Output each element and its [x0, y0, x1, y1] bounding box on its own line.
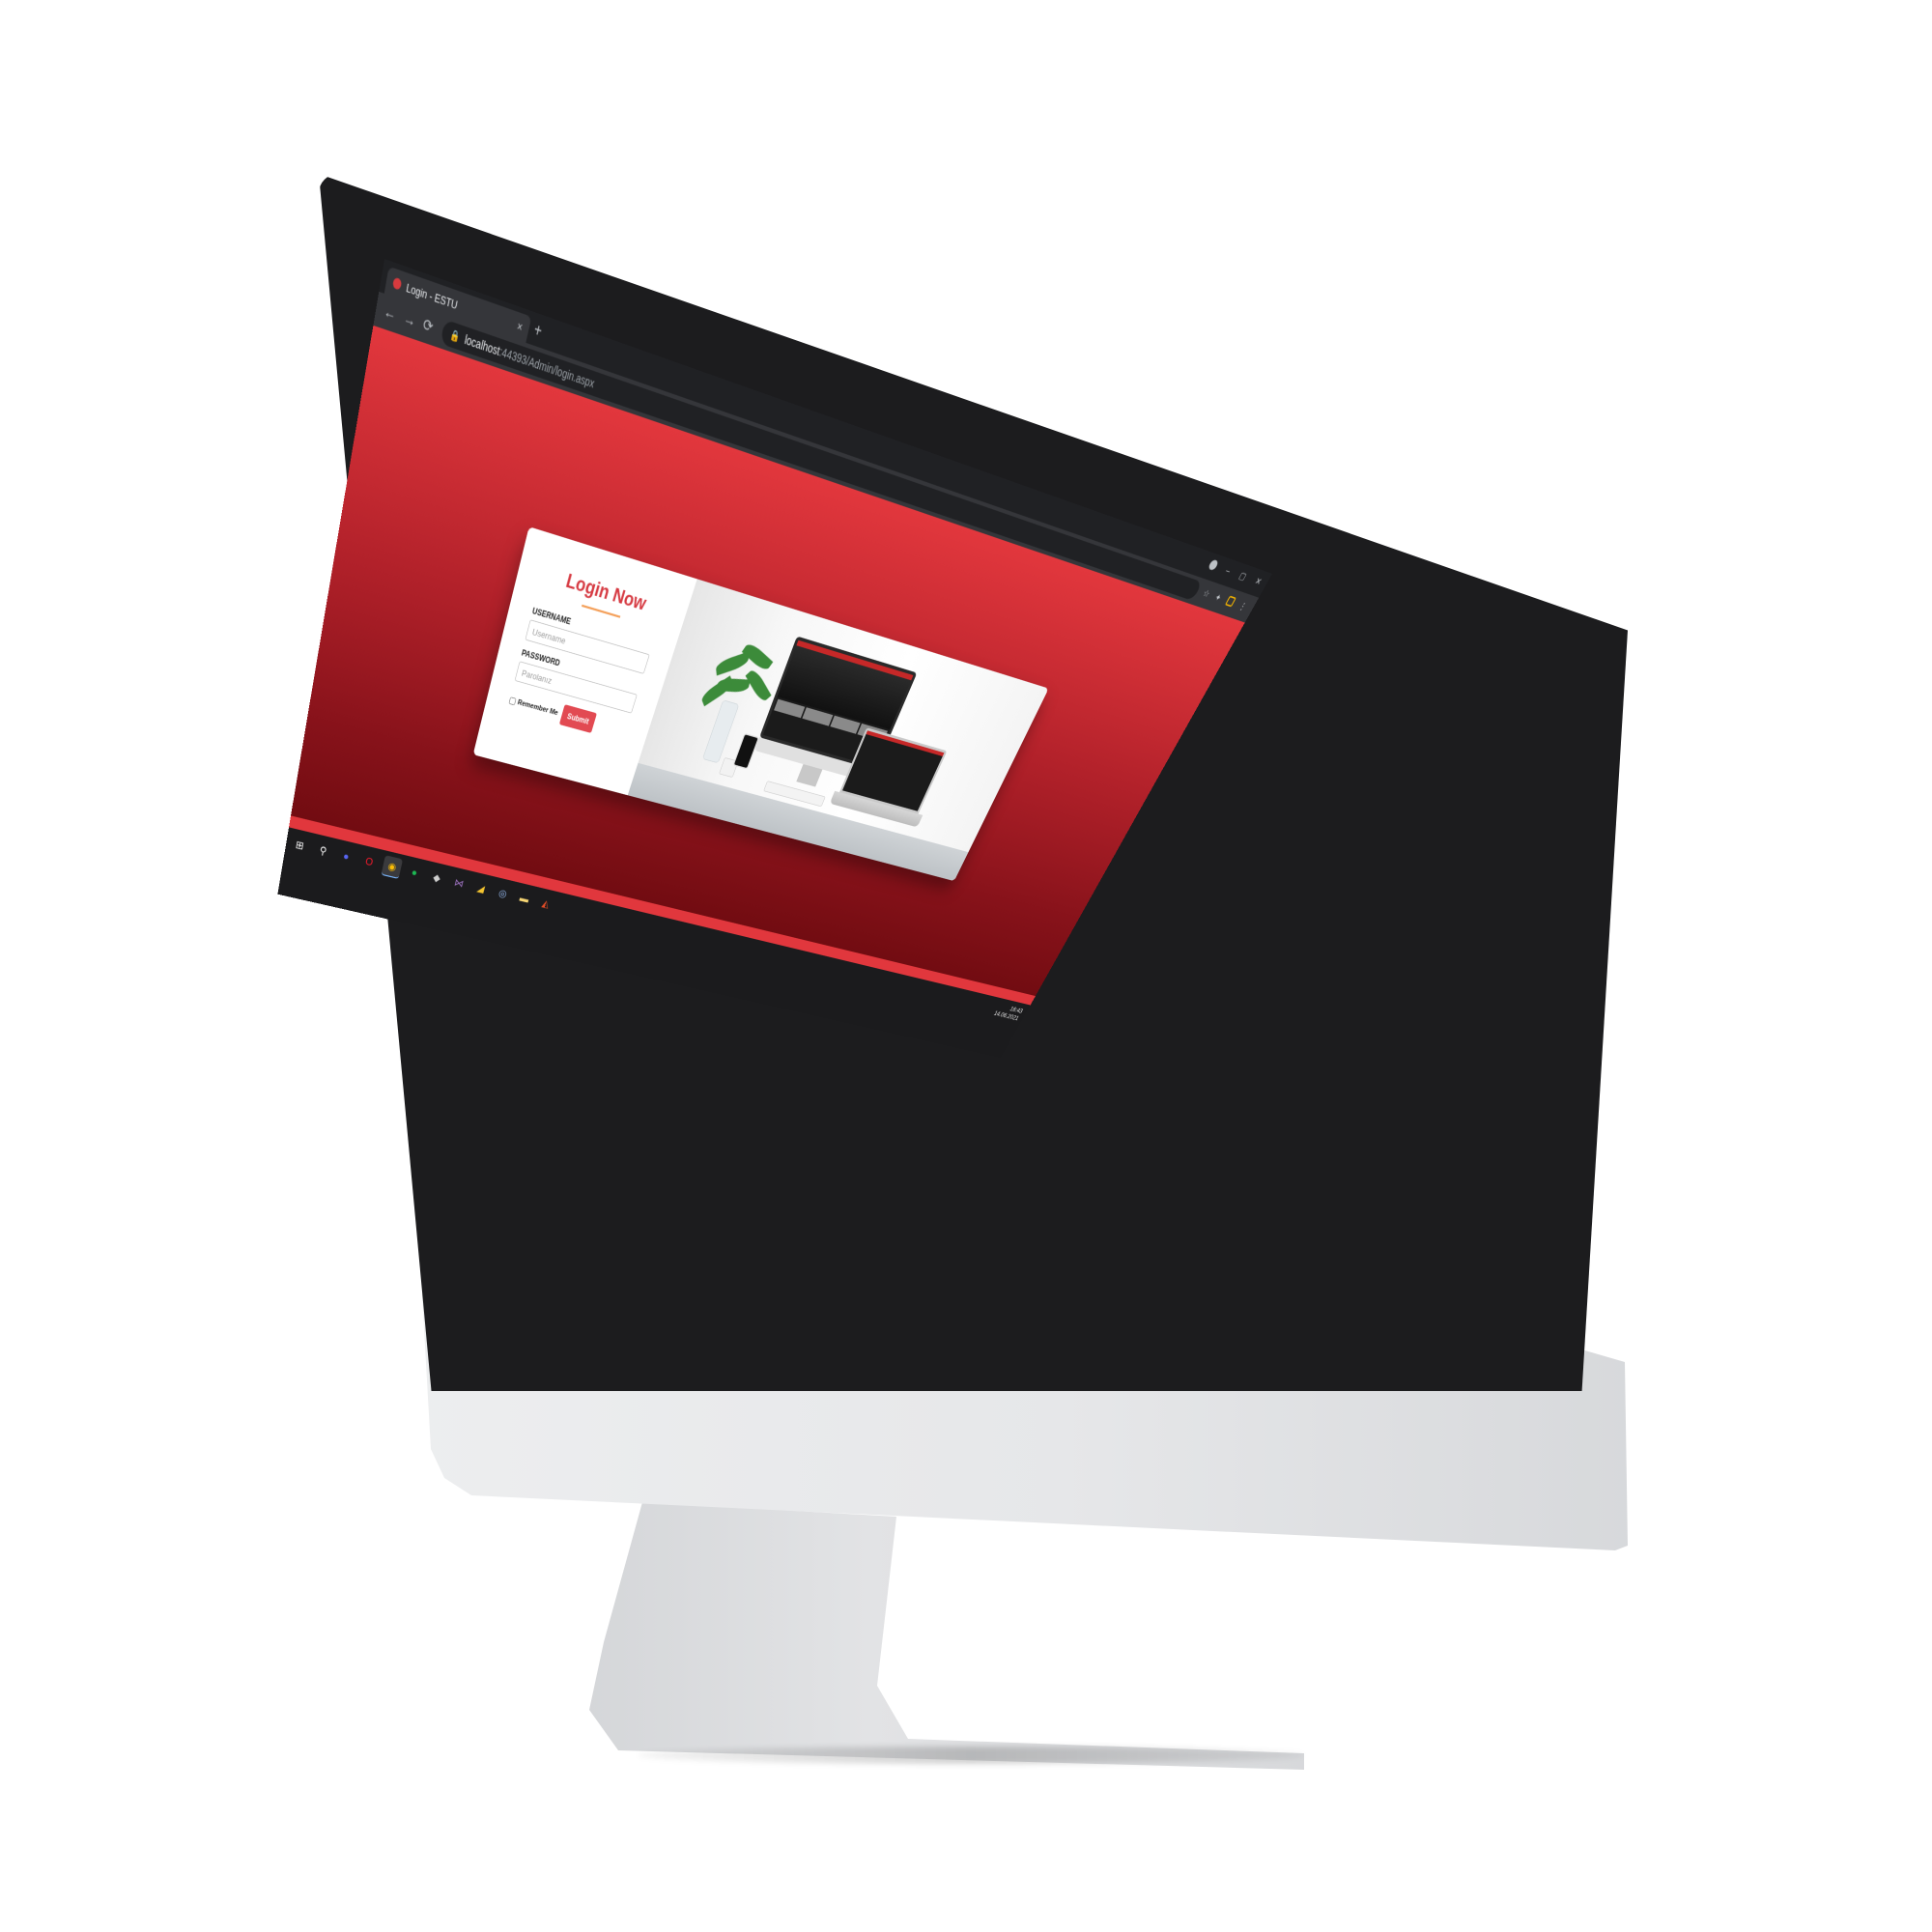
steam-icon[interactable]: ◎ — [492, 882, 514, 904]
menu-icon[interactable]: ⋮ — [1237, 600, 1249, 612]
remember-me-checkbox[interactable] — [508, 696, 517, 705]
back-button[interactable]: ← — [383, 301, 397, 324]
plant-leaf — [715, 651, 750, 676]
url-host: localhost — [463, 331, 501, 358]
opera-icon[interactable]: O — [358, 850, 380, 873]
toolbar-actions: ☆ ✦ ⋮ — [1201, 587, 1249, 612]
app-icon[interactable]: ◆ — [426, 867, 447, 889]
lock-icon: 🔒 — [448, 327, 462, 344]
phone — [732, 732, 760, 770]
reload-button[interactable]: ⟳ — [421, 315, 435, 336]
chrome-icon[interactable]: ◉ — [381, 855, 404, 879]
laptop-header-bar — [866, 730, 945, 756]
maximize-button[interactable]: ▢ — [1237, 570, 1249, 582]
account-icon[interactable] — [1207, 558, 1219, 571]
bookmark-star-icon[interactable]: ☆ — [1201, 587, 1211, 600]
extension-icon[interactable] — [1224, 595, 1236, 608]
remember-me-label: Remember Me — [516, 697, 559, 718]
close-window-button[interactable]: ✕ — [1253, 576, 1264, 588]
minimize-button[interactable]: – — [1223, 565, 1233, 577]
file-explorer-icon[interactable]: ▬ — [514, 888, 536, 910]
system-clock[interactable]: 16:43 14.06.2021 — [992, 1002, 1025, 1022]
search-icon[interactable]: ⚲ — [312, 839, 333, 863]
plant-leaf — [745, 667, 772, 704]
new-tab-button[interactable]: + — [532, 321, 544, 343]
plant-leaf — [741, 640, 774, 673]
discord-icon[interactable]: ● — [335, 844, 356, 867]
login-card: Login Now USERNAME PASSWORD Remember Me … — [472, 526, 1049, 882]
app-icon-2[interactable]: ◢ — [470, 877, 492, 899]
forward-button[interactable]: → — [402, 308, 416, 330]
app-icon-3[interactable]: ◭ — [535, 893, 557, 914]
extensions-icon[interactable]: ✦ — [1212, 591, 1224, 604]
windows-start-icon[interactable]: ⊞ — [289, 834, 310, 857]
monitor-stand — [796, 763, 823, 787]
visual-studio-icon[interactable]: ⋈ — [448, 871, 469, 894]
submit-button[interactable]: Submit — [558, 704, 597, 733]
plant-vase — [702, 699, 740, 764]
devices-mockup-image — [627, 579, 1049, 882]
spotify-icon[interactable]: ● — [404, 861, 425, 883]
favicon-icon — [392, 276, 403, 291]
tab-close-icon[interactable]: × — [516, 319, 525, 334]
stand-shadow — [638, 1747, 1304, 1764]
